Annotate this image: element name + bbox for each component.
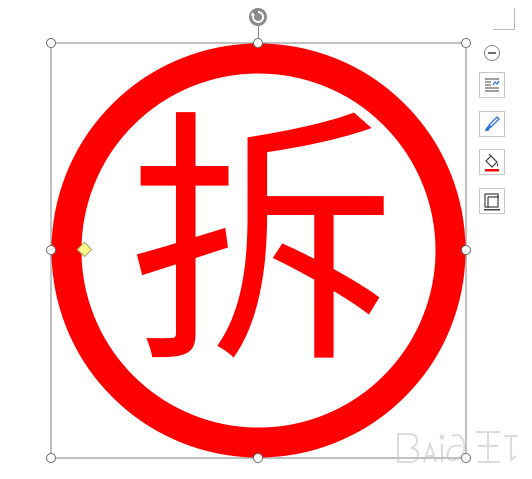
- resize-handle-right[interactable]: [461, 245, 471, 255]
- resize-handle-left[interactable]: [46, 245, 56, 255]
- resize-handle-bottom[interactable]: [253, 453, 263, 463]
- shape-outline-button[interactable]: [479, 188, 505, 214]
- resize-handle-top-right[interactable]: [461, 38, 471, 48]
- layout-options-icon: [485, 78, 500, 92]
- rotate-handle-icon[interactable]: [249, 8, 267, 26]
- brush-style-icon: [485, 116, 500, 131]
- fill-bucket-icon: [485, 153, 499, 172]
- brush-style-button[interactable]: [479, 111, 505, 137]
- page-corner-mark: [493, 8, 515, 30]
- layout-options-button[interactable]: [479, 72, 505, 98]
- resize-handle-bottom-left[interactable]: [46, 453, 56, 463]
- minus-circle-icon[interactable]: [484, 45, 500, 61]
- resize-handle-top[interactable]: [253, 38, 263, 48]
- demolish-character-text[interactable]: 拆: [128, 100, 396, 390]
- fill-bucket-button[interactable]: [479, 149, 505, 175]
- resize-handle-top-left[interactable]: [46, 38, 56, 48]
- resize-handle-bottom-right[interactable]: [461, 453, 471, 463]
- shape-outline-icon: [484, 193, 500, 211]
- document-canvas: 拆: [0, 0, 532, 479]
